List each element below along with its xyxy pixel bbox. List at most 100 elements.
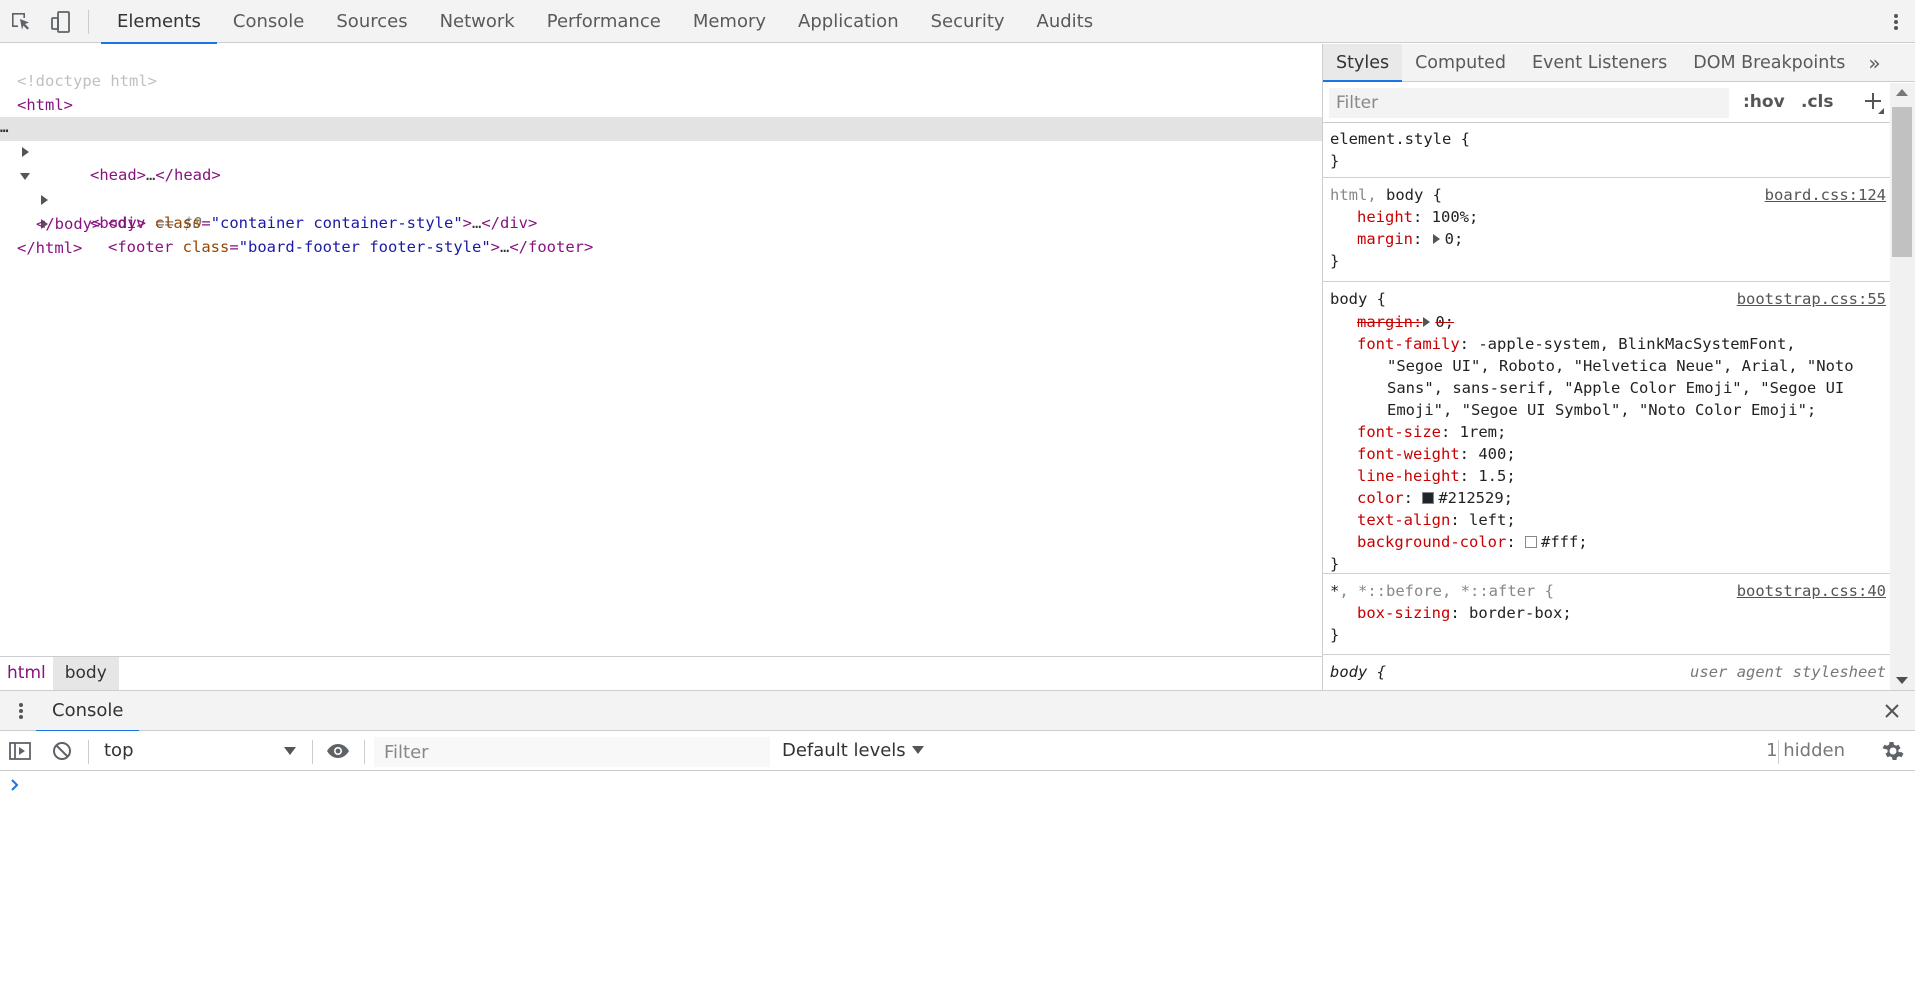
clear-console-icon[interactable]	[50, 740, 74, 762]
class-toggle[interactable]: .cls	[1801, 92, 1833, 112]
node-actions-ellipsis[interactable]: …	[0, 117, 9, 141]
collapse-triangle-icon[interactable]	[19, 123, 31, 181]
property-value[interactable]: 0;	[1445, 230, 1464, 248]
rule-universal[interactable]: *, *::before, *::after { bootstrap.css:4…	[1323, 576, 1890, 655]
tab-elements[interactable]: Elements	[101, 0, 217, 44]
property-value-continued[interactable]: Emoji", "Segoe UI Symbol", "Noto Color E…	[1387, 399, 1816, 421]
property-value-continued[interactable]: "Segoe UI", Roboto, "Helvetica Neue", Ar…	[1387, 355, 1854, 377]
close-icon[interactable]	[1883, 702, 1901, 720]
dom-node-head[interactable]: <head>…</head>	[0, 93, 1322, 184]
property-value[interactable]: 1.5;	[1478, 467, 1515, 485]
source-link[interactable]: bootstrap.css:40	[1737, 580, 1886, 602]
expand-triangle-icon[interactable]	[19, 99, 31, 158]
console-input-area[interactable]	[0, 772, 1915, 985]
rule-user-agent[interactable]: body { user agent stylesheet	[1323, 657, 1890, 690]
toolbar-separator	[312, 740, 313, 764]
styles-scrollbar[interactable]	[1890, 83, 1915, 690]
tab-dom-breakpoints[interactable]: DOM Breakpoints	[1680, 44, 1858, 82]
property-margin: margin: 0;	[1357, 230, 1464, 248]
property-name[interactable]: margin:	[1357, 313, 1422, 331]
tab-audits[interactable]: Audits	[1021, 0, 1110, 43]
property-value[interactable]: #212529;	[1438, 489, 1513, 507]
tab-styles[interactable]: Styles	[1323, 44, 1403, 82]
selector-body: body {	[1386, 186, 1442, 204]
show-sidebar-icon[interactable]	[8, 740, 32, 762]
dom-node-body-close[interactable]: </body>	[0, 189, 1322, 233]
footer-close-tag: </footer>	[509, 238, 594, 257]
tab-performance[interactable]: Performance	[531, 0, 677, 43]
source-link[interactable]: bootstrap.css:55	[1737, 288, 1886, 310]
tab-console[interactable]: Console	[217, 0, 320, 43]
scroll-down-arrow-icon[interactable]	[1896, 677, 1908, 684]
scrollbar-thumb[interactable]	[1892, 107, 1912, 257]
property-name[interactable]: margin	[1357, 230, 1413, 248]
dom-node-div[interactable]: <div class="container container-style">……	[0, 141, 1322, 232]
color-swatch-icon[interactable]	[1422, 492, 1435, 504]
context-selector[interactable]: top	[96, 737, 302, 765]
rule-html-body[interactable]: html, body { board.css:124 height: 100%;…	[1323, 180, 1890, 282]
property-value[interactable]: #fff;	[1541, 533, 1588, 551]
property-name[interactable]: height	[1357, 208, 1413, 226]
tab-sources[interactable]: Sources	[320, 0, 423, 43]
hover-state-toggle[interactable]: :hov	[1743, 92, 1785, 112]
tab-computed[interactable]: Computed	[1402, 44, 1519, 82]
more-options-icon[interactable]	[1889, 10, 1903, 34]
property-value[interactable]: 400;	[1478, 445, 1515, 463]
tab-security[interactable]: Security	[915, 0, 1021, 43]
property-color: color: #212529;	[1357, 489, 1513, 507]
console-filter-input[interactable]	[374, 737, 770, 767]
console-prompt-chevron-icon	[8, 778, 22, 792]
styles-filter-input[interactable]	[1329, 88, 1729, 118]
property-value[interactable]: 100%;	[1432, 208, 1479, 226]
live-expression-eye-icon[interactable]	[325, 740, 349, 762]
tab-memory[interactable]: Memory	[677, 0, 782, 43]
rule-close-brace: }	[1330, 152, 1340, 170]
expand-shorthand-icon[interactable]	[1432, 234, 1440, 244]
property-value[interactable]: 0;	[1435, 313, 1454, 331]
console-settings-gear-icon[interactable]	[1881, 739, 1905, 763]
rule-element-style[interactable]: element.style { }	[1323, 123, 1890, 178]
property-margin-overridden: margin: 0;	[1357, 311, 1454, 333]
property-name[interactable]: box-sizing	[1357, 604, 1450, 622]
property-name[interactable]: font-family	[1357, 335, 1460, 353]
expand-shorthand-icon[interactable]	[1423, 317, 1431, 327]
property-name[interactable]: font-size	[1357, 423, 1441, 441]
property-name[interactable]: line-height	[1357, 467, 1460, 485]
tab-network[interactable]: Network	[424, 0, 531, 43]
expand-triangle-icon[interactable]	[38, 171, 50, 230]
breadcrumb-html[interactable]: html	[0, 657, 53, 690]
breadcrumb-body[interactable]: body	[52, 657, 119, 690]
tab-event-listeners[interactable]: Event Listeners	[1519, 44, 1680, 82]
property-name[interactable]: color	[1357, 489, 1404, 507]
property-name[interactable]: text-align	[1357, 511, 1450, 529]
devtools-main-toolbar: Elements Console Sources Network Perform…	[0, 0, 1915, 44]
dom-node-footer[interactable]: <footer class="board-footer footer-style…	[0, 165, 1322, 256]
property-value[interactable]: border-box;	[1469, 604, 1572, 622]
property-value[interactable]: 1rem;	[1460, 423, 1507, 441]
log-levels-dropdown[interactable]: Default levels	[782, 737, 924, 765]
rule-close-brace: }	[1330, 626, 1340, 644]
inspect-element-icon[interactable]	[9, 10, 33, 34]
rule-body-bootstrap[interactable]: body { bootstrap.css:55 margin: 0; font-f…	[1323, 284, 1890, 574]
rule-selector: element.style {	[1330, 130, 1470, 148]
dom-node-doctype[interactable]: <!doctype html>	[0, 46, 1322, 90]
property-value-continued[interactable]: Sans", sans-serif, "Apple Color Emoji", …	[1387, 377, 1844, 399]
dom-node-body-selected[interactable]: … <body> == $0	[0, 117, 1322, 232]
dom-node-html-close[interactable]: </html>	[0, 213, 1322, 257]
property-name[interactable]: font-weight	[1357, 445, 1460, 463]
tab-application[interactable]: Application	[782, 0, 915, 43]
device-toolbar-icon[interactable]	[49, 10, 73, 34]
source-link[interactable]: board.css:124	[1765, 184, 1886, 206]
expand-triangle-icon[interactable]	[38, 147, 50, 206]
new-style-rule-icon[interactable]	[1861, 89, 1885, 115]
footer-ellipsis[interactable]: …	[500, 238, 509, 256]
more-tabs-chevron-icon[interactable]: »	[1858, 44, 1890, 82]
drawer-menu-icon[interactable]	[14, 699, 28, 723]
scroll-up-arrow-icon[interactable]	[1896, 89, 1908, 96]
property-value[interactable]: -apple-system, BlinkMacSystemFont,	[1478, 335, 1795, 353]
color-swatch-icon[interactable]	[1524, 536, 1537, 548]
property-value[interactable]: left;	[1469, 511, 1516, 529]
property-name[interactable]: background-color	[1357, 533, 1506, 551]
dom-node-html[interactable]: <html>	[0, 70, 1322, 114]
drawer-tab-console[interactable]: Console	[36, 691, 140, 732]
